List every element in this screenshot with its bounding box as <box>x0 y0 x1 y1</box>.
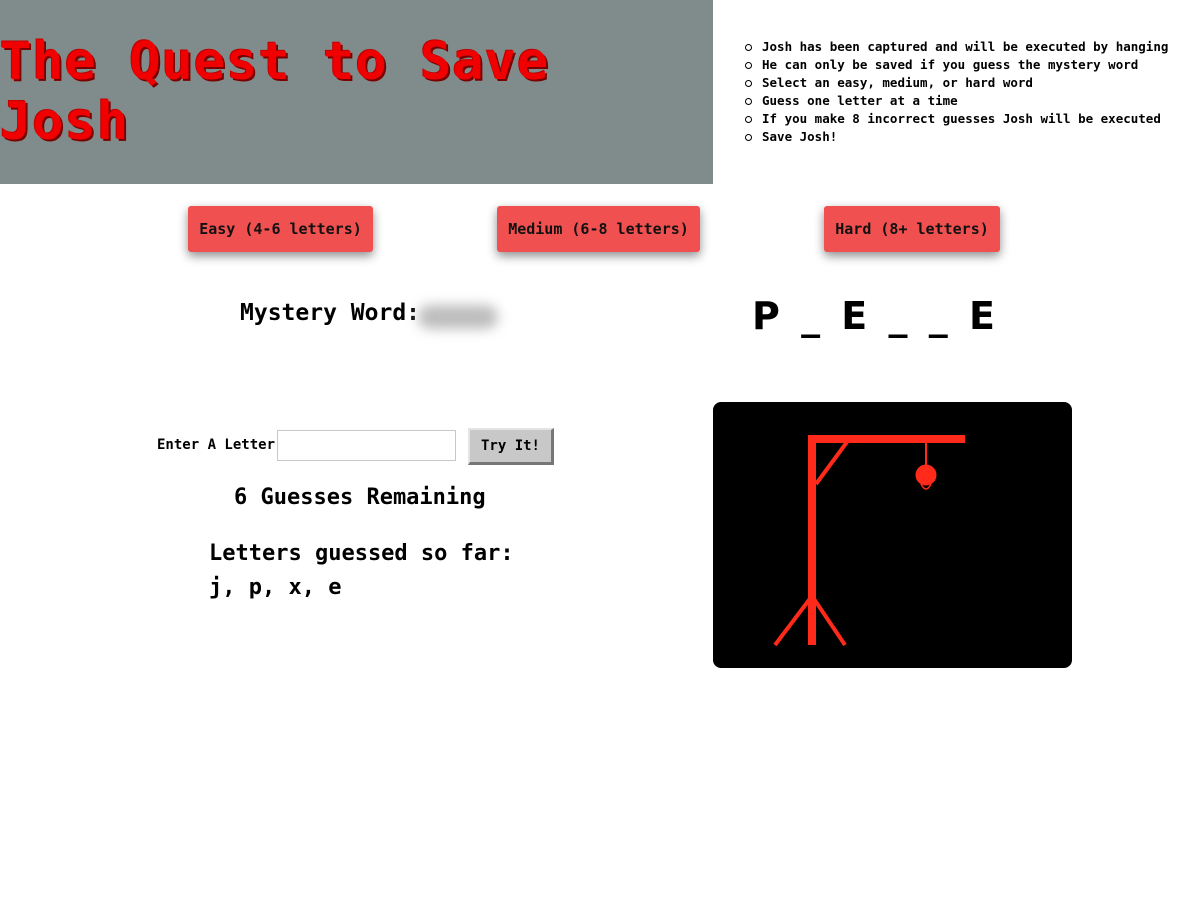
gallows-structure <box>773 435 965 647</box>
try-it-button[interactable]: Try It! <box>468 428 554 465</box>
rule-item: Select an easy, medium, or hard word <box>745 74 1175 92</box>
hard-button[interactable]: Hard (8+ letters) <box>824 206 1000 252</box>
mystery-word-label: Mystery Word: <box>240 300 421 326</box>
gallows-panel <box>713 402 1072 668</box>
medium-button[interactable]: Medium (6-8 letters) <box>497 206 700 252</box>
game-page: The Quest to Save Josh Josh has been cap… <box>0 0 1187 924</box>
rule-item: Save Josh! <box>745 128 1175 146</box>
letters-guessed-list: j, p, x, e <box>209 575 342 600</box>
page-title: The Quest to Save Josh <box>0 32 550 152</box>
guesses-remaining: 6 Guesses Remaining <box>234 485 486 510</box>
gallows-brace <box>814 440 849 486</box>
gallows-base-left <box>773 594 814 647</box>
word-progress: P _ E _ _ E <box>752 294 997 338</box>
letter-input[interactable] <box>277 430 456 461</box>
josh-figure <box>915 464 937 490</box>
gallows-base-right <box>810 594 847 647</box>
rules-list: Josh has been captured and will be execu… <box>745 38 1175 146</box>
mystery-word-hidden <box>418 305 498 329</box>
rule-item: Josh has been captured and will be execu… <box>745 38 1175 56</box>
josh-head <box>915 464 937 486</box>
letters-guessed-label: Letters guessed so far: <box>209 541 514 566</box>
letter-input-label: Enter A Letter <box>157 437 276 453</box>
rule-item: If you make 8 incorrect guesses Josh wil… <box>745 110 1175 128</box>
rule-item: He can only be saved if you guess the my… <box>745 56 1175 74</box>
rule-item: Guess one letter at a time <box>745 92 1175 110</box>
title-banner: The Quest to Save Josh <box>0 0 713 184</box>
gallows-drawing <box>773 435 965 647</box>
easy-button[interactable]: Easy (4-6 letters) <box>188 206 373 252</box>
